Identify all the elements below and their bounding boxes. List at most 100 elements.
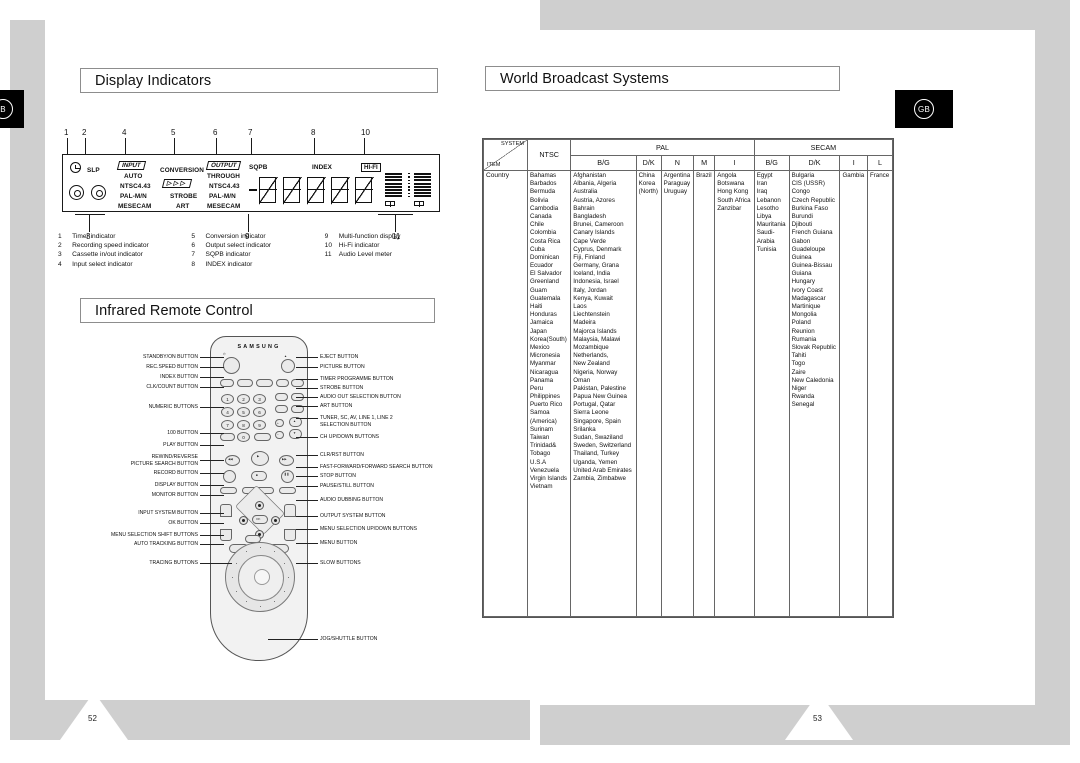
legend-num: 9 [324,233,329,241]
country-entry: Senegal [791,401,815,409]
corner-system-label: SYSTEM [500,141,524,147]
pause-icon: ❚❚ [284,472,290,476]
country-entry: Ivory Coast [791,286,823,294]
label-menu-button: MENU BUTTON [320,540,358,546]
legend-row: 4 Input select indicator 8 INDEX indicat… [58,260,458,269]
legend-num: 4 [58,260,62,268]
country-entry: South Africa [717,196,751,204]
play-button[interactable] [251,451,269,466]
section-heading-world-broadcast: World Broadcast Systems [485,66,840,91]
display-button[interactable] [220,487,237,494]
country-entry: Zambia, Zimbabwe [573,474,626,482]
record-button[interactable] [223,470,236,483]
legend-text: INDEX indicator [205,260,253,268]
standby-on-button[interactable] [223,357,240,374]
leader-line-2 [85,138,86,154]
numeric-button-0[interactable]: 0 [237,432,250,442]
language-tab-right: GB [895,90,953,128]
input-system-button[interactable] [220,504,232,517]
table-corner-cell: SYSTEM ITEM [483,139,528,171]
country-entry: Sierra Leone [573,409,609,417]
cell-ntsc: Bahamas Barbados Bermuda Bolivia Cambodia Can… [526,170,572,617]
menu-selection-right-button[interactable] [271,516,280,525]
country-entry: Zanzibar [717,204,742,212]
country-entry: Indonesia, Israel [573,278,619,286]
display-indicators-legend: 1 Timer indicator 5 Conversion indicator… [58,232,458,269]
numeric-button-9[interactable]: 9 [253,420,266,430]
country-entry: Botswana [717,180,745,188]
country-entry: Trinidad& [530,442,557,450]
country-entry: Afghanistan [573,172,606,179]
label-tuner-selection-line2: SELECTION BUTTON [320,422,372,428]
numeric-button-2[interactable]: 2 [237,394,250,404]
country-entry: Guatemala [530,294,561,302]
cell-secam-dk: Bulgaria CIS (USSR) Congo Czech Republic Bur… [788,170,841,617]
segment-digit-4 [331,177,350,205]
country-entry: Rumania [791,335,817,343]
ok-label: OK [256,517,261,521]
vfd-label-strobe: STROBE [170,193,198,200]
country-entry: Barbados [530,180,557,188]
picture-button[interactable] [276,379,289,387]
art-button[interactable] [275,405,288,413]
callout-number-6: 6 [213,128,218,137]
label-index-button: INDEX BUTTON [160,374,198,380]
jog-dial-hub[interactable] [254,569,270,585]
numeric-button-5[interactable]: 5 [237,407,250,417]
language-tab-right-label: GB [914,99,934,119]
country-entry: Iceland, India [573,270,611,278]
country-entry: Myanmar [530,360,556,368]
stop-button[interactable] [251,471,267,481]
table-group-header-row: SYSTEM ITEM NTSC PAL SECAM [483,139,894,171]
numeric-button-7[interactable]: 7 [221,420,234,430]
leader-line-11 [395,214,396,232]
label-tracing-buttons: TRACING BUTTONS [149,560,198,566]
legend-num: 3 [58,251,62,259]
strobe-arrows-icon: ▷▷▷ [161,179,193,188]
leader-bracket-11 [378,214,413,215]
country-entry: Puerto Rico [530,401,563,409]
numeric-button-3[interactable]: 3 [253,394,266,404]
clr-rst-button[interactable] [254,433,271,441]
timer-programme-button[interactable] [291,379,304,387]
label-record-button: RECORD BUTTON [153,470,198,476]
numeric-button-6[interactable]: 6 [253,407,266,417]
menu-button[interactable] [284,529,296,541]
numeric-button-4[interactable]: 4 [221,407,234,417]
subheader-secam-bg: B/G [753,155,790,171]
country-entry: China [638,172,655,179]
menu-selection-up-button[interactable] [255,501,264,510]
index-button[interactable] [220,379,234,387]
audio-level-foot-right [414,201,424,207]
eject-button[interactable] [281,359,295,373]
country-entry: Guadeloupe [791,245,826,253]
rec-speed-button[interactable] [237,379,253,387]
audio-dubbing-button[interactable] [279,487,296,494]
menu-selection-left-button[interactable] [239,516,248,525]
label-auto-tracking: AUTO TRACKING BUTTON [134,541,198,547]
output-system-button[interactable] [284,504,296,517]
numeric-button-8[interactable]: 8 [237,420,250,430]
subheader-pal-bg: B/G [570,155,637,171]
leader-line-9 [248,214,249,232]
hundred-button[interactable] [220,433,235,441]
country-entry: Greenland [530,278,559,286]
vfd-label-input-auto: AUTO [124,173,143,180]
country-entry: Pakistan, Palestine [573,384,626,392]
country-entry: New Zealand [573,360,610,368]
country-entry: Australia [573,188,598,196]
label-output-system-button: OUTPUT SYSTEM BUTTON [320,513,386,519]
strobe-button[interactable] [275,393,288,401]
jog-shuttle-dial[interactable] [225,542,295,612]
jog-dial-inner-ring[interactable] [238,555,284,601]
label-clr-rst-button: CLR/RST BUTTON [320,452,364,458]
country-entry: El Salvador [530,270,562,278]
clk-count-button[interactable] [256,379,273,387]
audio-level-meter-right [414,173,431,199]
legend-text: Hi-Fi indicator [338,242,380,250]
play-icon: ▶ [257,454,260,458]
country-entry: Egypt [756,172,773,179]
legend-text: Timer indicator [72,233,116,241]
numeric-button-1[interactable]: 1 [221,394,234,404]
country-entry: U.S.A [530,458,547,466]
